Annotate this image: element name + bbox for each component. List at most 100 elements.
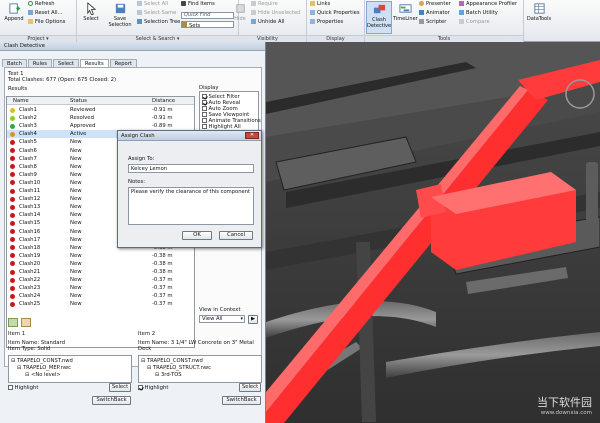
require-button[interactable]: Require xyxy=(251,1,278,8)
item2-select-button[interactable]: Select xyxy=(239,383,261,392)
clash-name: Clash25 xyxy=(19,301,41,308)
selection-tree-button[interactable]: Selection Tree xyxy=(137,19,180,26)
tab-report[interactable]: Report xyxy=(109,59,137,67)
clash-status: New xyxy=(70,252,82,259)
batch-utility-button[interactable]: Batch Utility xyxy=(459,10,498,17)
notes-textarea[interactable]: Please verify the clearance of this comp… xyxy=(128,187,254,225)
item2-tree[interactable]: ⊟ TRAPELO_CONST.nwd ⊟ TRAPELO_STRUCT.nwc… xyxy=(138,355,262,383)
table-row[interactable]: Clash24 New -0.37 m xyxy=(7,292,194,300)
table-row[interactable]: Clash21 New -0.38 m xyxy=(7,268,194,276)
tree-node[interactable]: ⊟ TRAPELO_CONST.nwd xyxy=(11,358,73,364)
clash-name: Clash22 xyxy=(19,277,41,284)
highlight-label: Highlight xyxy=(14,385,39,391)
find-items-button[interactable]: Find Items xyxy=(181,1,215,8)
watermark: 当下软件园 www.downxia.com xyxy=(537,394,592,416)
status-dot-icon xyxy=(10,180,15,186)
tree-node[interactable]: ⊟ TRAPELO_MEP.nwc xyxy=(17,365,71,371)
select-same-button[interactable]: Select Same xyxy=(137,10,176,17)
table-row[interactable]: Clash25 New -0.37 m xyxy=(7,300,194,308)
timeliner-button[interactable]: TimeLiner xyxy=(393,1,418,22)
view-in-context-button[interactable]: ▶ xyxy=(248,315,258,324)
appearance-profiler-button[interactable]: Appearance Profiler xyxy=(459,1,517,8)
close-icon[interactable]: ✕ xyxy=(245,132,259,139)
clash-status: New xyxy=(70,228,82,235)
dialog-title: Assign Clash xyxy=(118,131,261,141)
datatools-button[interactable]: DataTools xyxy=(526,1,552,22)
quick-find-input[interactable]: Quick Find xyxy=(181,12,234,19)
refresh-button[interactable]: Refresh xyxy=(28,1,55,8)
sets-dropdown[interactable]: Sets xyxy=(181,21,234,29)
clash-status: New xyxy=(70,155,82,162)
cancel-button[interactable]: Cancel xyxy=(219,231,253,240)
3d-viewport[interactable]: 当下软件园 www.downxia.com xyxy=(266,42,600,423)
tab-rules[interactable]: Rules xyxy=(27,59,52,67)
clash-name: Clash23 xyxy=(19,285,41,292)
tree-node[interactable]: ⊟ TRAPELO_CONST.nwd xyxy=(141,358,203,364)
status-dot-icon xyxy=(10,220,15,226)
append-button[interactable]: Append xyxy=(2,1,26,22)
presenter-icon xyxy=(419,1,424,6)
view-in-context-dropdown[interactable]: View All xyxy=(199,315,245,323)
checkbox-box xyxy=(202,94,207,99)
links-button[interactable]: Links xyxy=(310,1,330,8)
animator-button[interactable]: Animator xyxy=(419,10,450,17)
binoculars-icon xyxy=(181,1,186,6)
hide-unselected-button[interactable]: Hide Unselected xyxy=(251,10,300,17)
tab-batch[interactable]: Batch xyxy=(2,59,27,67)
tree-node[interactable]: ⊟ TRAPELO_STRUCT.nwc xyxy=(147,365,211,371)
tree-node[interactable]: ⊟ 3rd-TOS xyxy=(155,372,182,378)
select-same-label: Select Same xyxy=(144,10,177,16)
assign-to-input[interactable]: Kelcey Lemon xyxy=(128,164,254,173)
item2-switchback-button[interactable]: SwitchBack xyxy=(222,396,261,405)
item1-select-button[interactable]: Select xyxy=(109,383,131,392)
watermark-line1: 当下软件园 xyxy=(537,396,592,409)
column-name[interactable]: Name xyxy=(13,97,29,105)
table-row[interactable]: Clash1 Reviewed -0.91 m xyxy=(7,106,194,114)
hide-button[interactable]: Hide xyxy=(231,1,249,22)
clash-distance: -0.38 m xyxy=(152,252,173,259)
item1-switchback-button[interactable]: SwitchBack xyxy=(92,396,131,405)
clash-name: Clash12 xyxy=(19,196,41,203)
clash-name: Clash5 xyxy=(19,139,37,146)
scripter-button[interactable]: Scripter xyxy=(419,19,446,26)
item1-tree[interactable]: ⊟ TRAPELO_CONST.nwd ⊟ TRAPELO_MEP.nwc ⊟ … xyxy=(8,355,132,383)
table-row[interactable]: Clash20 New -0.38 m xyxy=(7,260,194,268)
status-dot-icon xyxy=(10,277,15,283)
item2-highlight-checkbox[interactable]: Highlight xyxy=(138,385,168,391)
table-row[interactable]: Clash19 New -0.38 m xyxy=(7,252,194,260)
reset-all-button[interactable]: Reset All... xyxy=(28,10,63,17)
unhide-all-button[interactable]: Unhide All xyxy=(251,19,284,26)
file-options-button[interactable]: File Options xyxy=(28,19,65,26)
tab-select[interactable]: Select xyxy=(52,59,79,67)
select-all-button[interactable]: Select All xyxy=(137,1,168,8)
item1-highlight-checkbox[interactable]: Highlight xyxy=(8,385,38,391)
select-button[interactable]: Select xyxy=(80,1,102,22)
assign-button[interactable] xyxy=(21,318,31,327)
column-distance[interactable]: Distance xyxy=(152,97,175,105)
table-row[interactable]: Clash22 New -0.37 m xyxy=(7,276,194,284)
tree-node[interactable]: ⊟ <No level> xyxy=(25,372,61,378)
highlight-label: Highlight xyxy=(144,385,169,391)
column-status[interactable]: Status xyxy=(70,97,87,105)
clash-status: New xyxy=(70,236,82,243)
group-clashes-button[interactable] xyxy=(8,318,18,327)
presenter-button[interactable]: Presenter xyxy=(419,1,451,8)
tab-results[interactable]: Results xyxy=(79,59,109,67)
compare-button[interactable]: Compare xyxy=(459,19,490,26)
clash-name: Clash14 xyxy=(19,212,41,219)
ok-button[interactable]: OK xyxy=(182,231,212,240)
hide-unselected-icon xyxy=(251,10,256,15)
clash-distance: -0.37 m xyxy=(152,277,173,284)
clash-distance: -0.91 m xyxy=(152,115,173,122)
properties-button[interactable]: Properties xyxy=(310,19,343,26)
clash-status: New xyxy=(70,212,82,219)
hide-icon xyxy=(235,4,245,13)
navigation-bar[interactable] xyxy=(586,162,598,222)
table-row[interactable]: Clash2 Resolved -0.91 m xyxy=(7,114,194,122)
clash-detective-button[interactable]: Clash Detective xyxy=(366,1,392,34)
clash-status: Reviewed xyxy=(70,107,96,113)
save-selection-button[interactable]: Save Selection xyxy=(103,1,137,28)
table-row[interactable]: Clash23 New -0.37 m xyxy=(7,284,194,292)
clash-name: Clash9 xyxy=(19,171,37,178)
quick-properties-button[interactable]: Quick Properties xyxy=(310,10,360,17)
